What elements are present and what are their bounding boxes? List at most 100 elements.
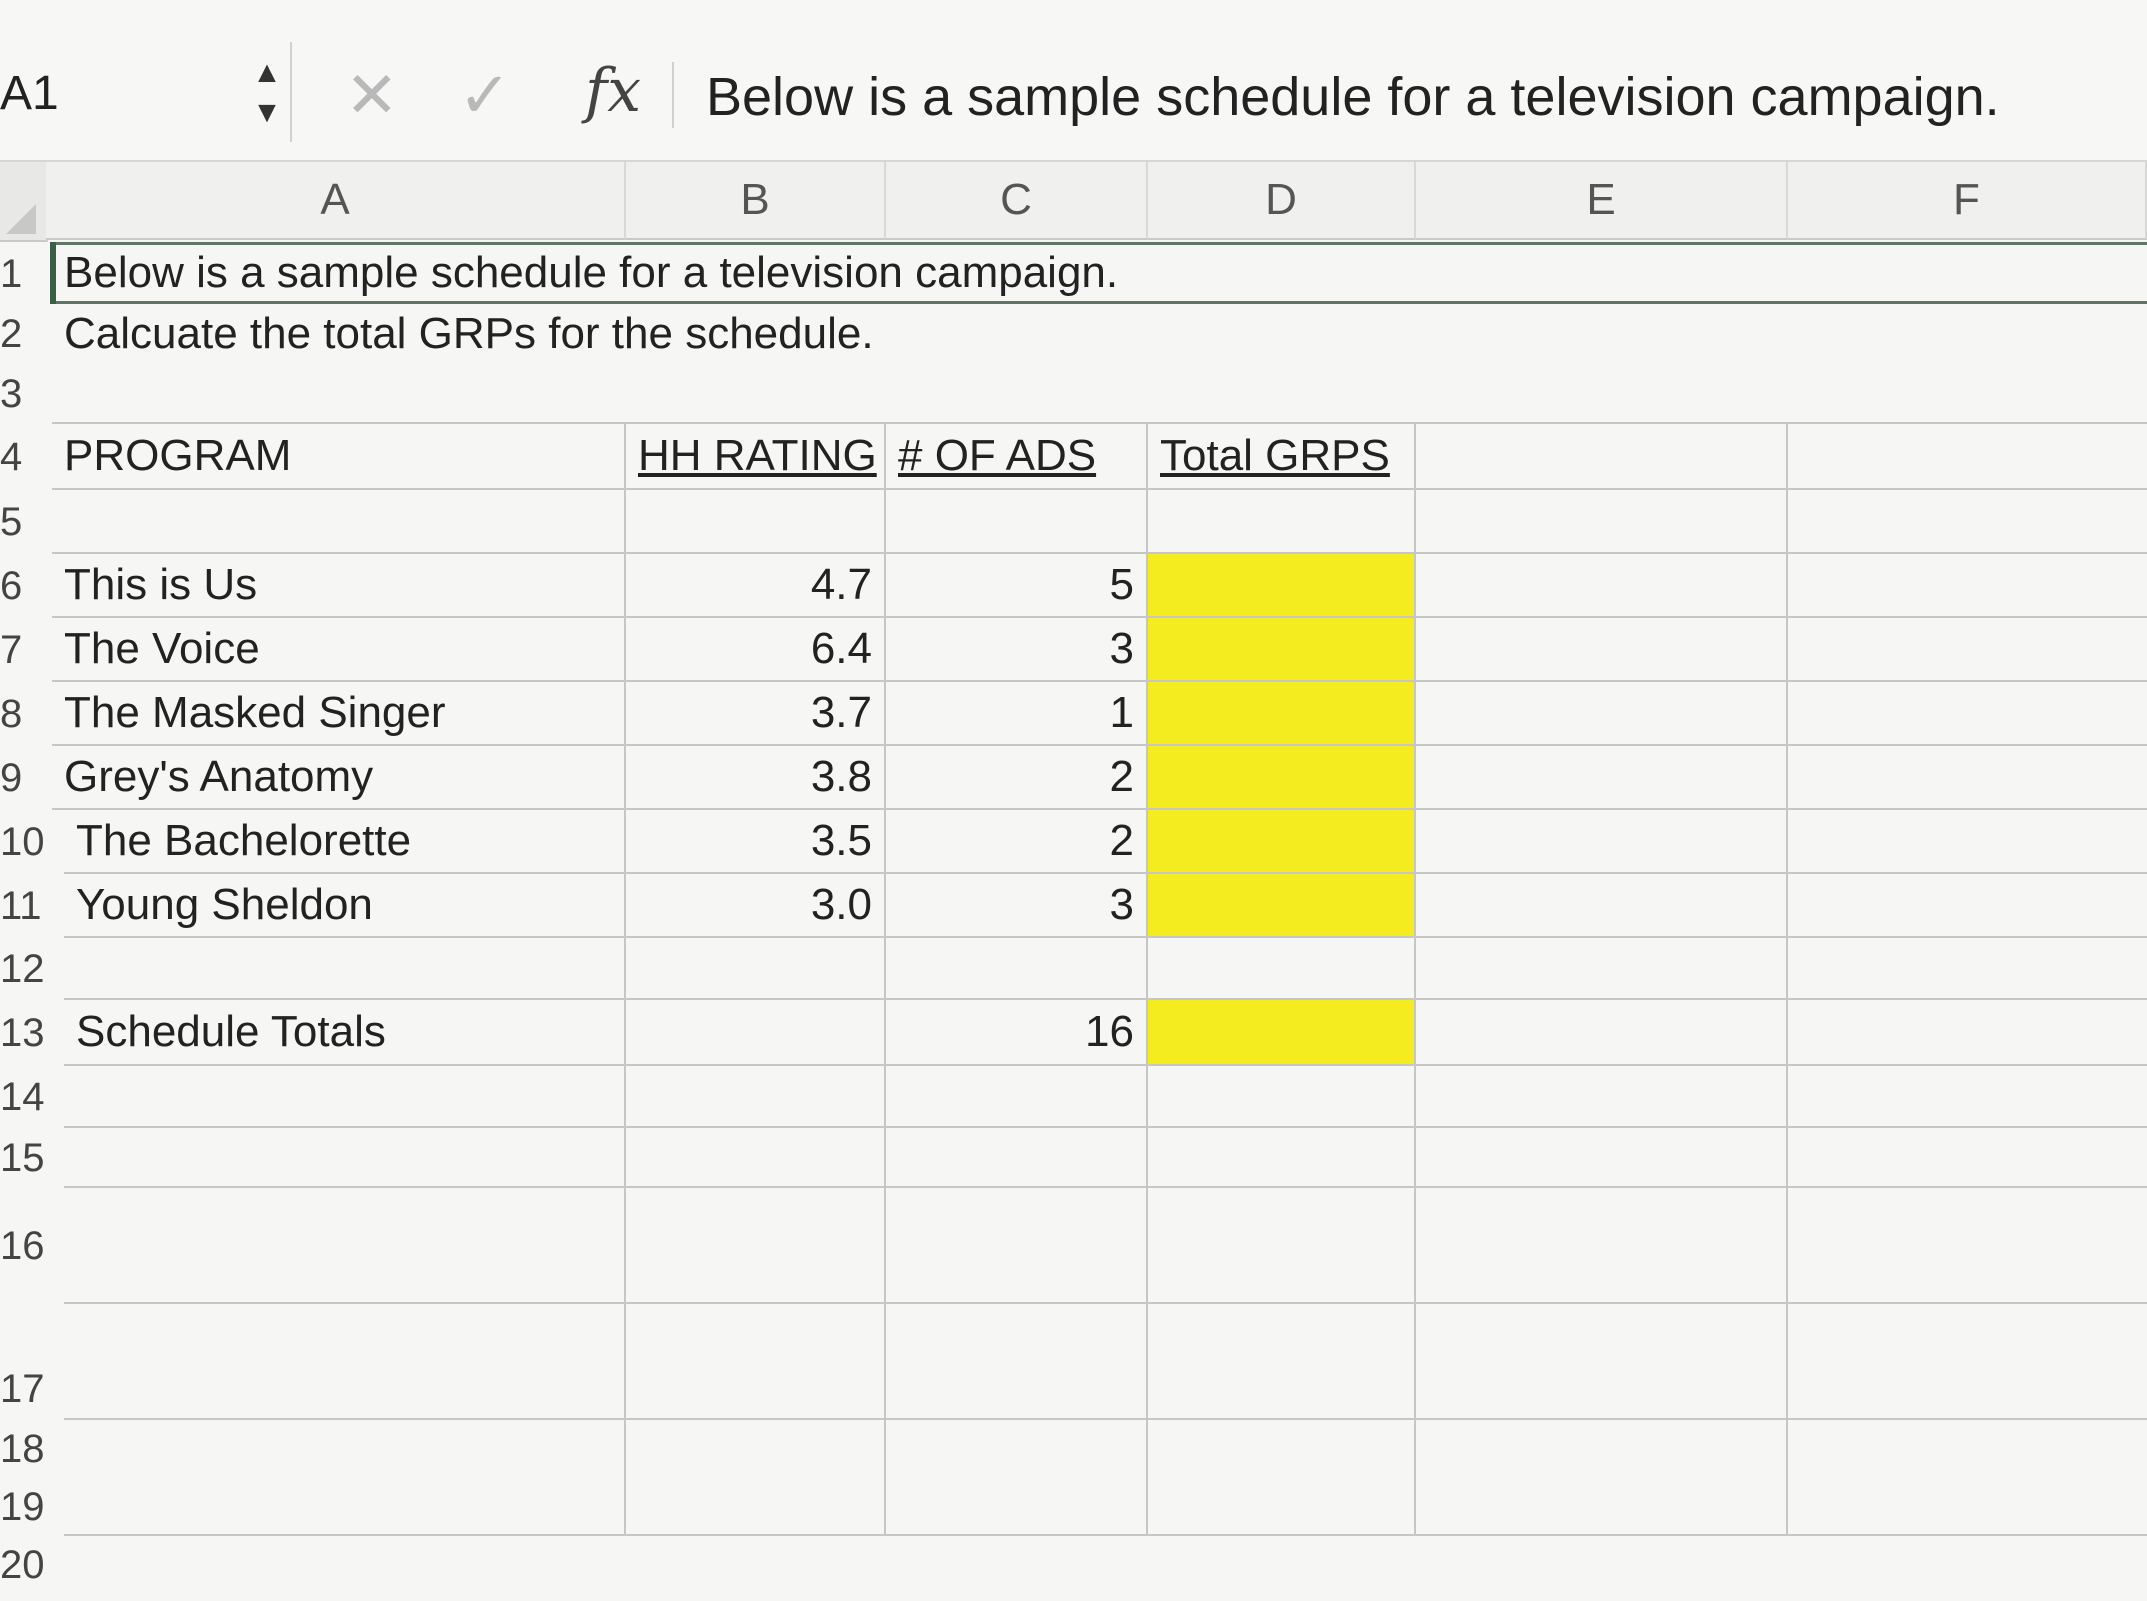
num-ads-value[interactable]: 3 bbox=[886, 874, 1148, 938]
cell-e18[interactable] bbox=[1416, 1420, 1788, 1478]
cell-e12[interactable] bbox=[1416, 938, 1788, 1000]
cell-c19[interactable] bbox=[886, 1478, 1148, 1536]
num-ads-value[interactable]: 2 bbox=[886, 746, 1148, 810]
spinner-up-icon[interactable]: ▲ bbox=[252, 58, 282, 88]
cell-a2[interactable]: Calcuate the total GRPs for the schedule… bbox=[52, 304, 2147, 364]
row-header-15[interactable]: 15 bbox=[0, 1128, 64, 1188]
name-box-spinner[interactable]: ▲ ▼ bbox=[250, 58, 284, 128]
cell-f14[interactable] bbox=[1788, 1066, 2147, 1128]
cell-d14[interactable] bbox=[1148, 1066, 1416, 1128]
cell-b5[interactable] bbox=[626, 490, 886, 554]
cell-b17[interactable] bbox=[626, 1304, 886, 1420]
cell-f11[interactable] bbox=[1788, 874, 2147, 938]
row-header-12[interactable]: 12 bbox=[0, 938, 64, 1000]
hh-rating-value[interactable]: 3.0 bbox=[626, 874, 886, 938]
cell-e5[interactable] bbox=[1416, 490, 1788, 554]
num-ads-value[interactable]: 2 bbox=[886, 810, 1148, 874]
cell-f16[interactable] bbox=[1788, 1188, 2147, 1304]
check-icon[interactable]: ✓ bbox=[458, 60, 512, 130]
cell-e9[interactable] bbox=[1416, 746, 1788, 810]
name-box[interactable]: A1 ▲ ▼ bbox=[0, 42, 292, 142]
program-name[interactable]: The Masked Singer bbox=[52, 682, 626, 746]
hh-rating-value[interactable]: 3.8 bbox=[626, 746, 886, 810]
cell-a14[interactable] bbox=[64, 1066, 626, 1128]
column-header-c[interactable]: C bbox=[886, 162, 1148, 240]
spinner-down-icon[interactable]: ▼ bbox=[252, 98, 282, 128]
cell-b13[interactable] bbox=[626, 1000, 886, 1066]
cell-d18[interactable] bbox=[1148, 1420, 1416, 1478]
total-grps-cell[interactable] bbox=[1148, 810, 1416, 874]
formula-input[interactable]: Below is a sample schedule for a televis… bbox=[706, 62, 2000, 132]
cell-b12[interactable] bbox=[626, 938, 886, 1000]
cell-b4[interactable]: HH RATING bbox=[626, 424, 886, 490]
cell-e13[interactable] bbox=[1416, 1000, 1788, 1066]
cell-e11[interactable] bbox=[1416, 874, 1788, 938]
column-header-a[interactable]: A bbox=[46, 162, 626, 240]
fx-icon[interactable]: fx bbox=[585, 56, 641, 126]
column-header-f[interactable]: F bbox=[1788, 162, 2147, 240]
num-ads-value[interactable]: 5 bbox=[886, 554, 1148, 618]
column-header-d[interactable]: D bbox=[1148, 162, 1416, 240]
cell-f6[interactable] bbox=[1788, 554, 2147, 618]
cell-d16[interactable] bbox=[1148, 1188, 1416, 1304]
cell-f12[interactable] bbox=[1788, 938, 2147, 1000]
cell-c12[interactable] bbox=[886, 938, 1148, 1000]
program-name[interactable]: Grey's Anatomy bbox=[52, 746, 626, 810]
total-grps-cell[interactable] bbox=[1148, 554, 1416, 618]
num-ads-value[interactable]: 3 bbox=[886, 618, 1148, 682]
row-header-13[interactable]: 13 bbox=[0, 1000, 64, 1066]
column-header-b[interactable]: B bbox=[626, 162, 886, 240]
cell-a16[interactable] bbox=[64, 1188, 626, 1304]
cell-f13[interactable] bbox=[1788, 1000, 2147, 1066]
cell-f8[interactable] bbox=[1788, 682, 2147, 746]
cell-d5[interactable] bbox=[1148, 490, 1416, 554]
cell-f7[interactable] bbox=[1788, 618, 2147, 682]
cell-f5[interactable] bbox=[1788, 490, 2147, 554]
cell-e19[interactable] bbox=[1416, 1478, 1788, 1536]
select-all-corner[interactable] bbox=[0, 162, 48, 242]
program-name[interactable]: This is Us bbox=[52, 554, 626, 618]
row-header-19[interactable]: 19 bbox=[0, 1478, 64, 1536]
cell-e7[interactable] bbox=[1416, 618, 1788, 682]
cell-b16[interactable] bbox=[626, 1188, 886, 1304]
hh-rating-value[interactable]: 4.7 bbox=[626, 554, 886, 618]
cell-d12[interactable] bbox=[1148, 938, 1416, 1000]
cell-c15[interactable] bbox=[886, 1128, 1148, 1188]
cell-e15[interactable] bbox=[1416, 1128, 1788, 1188]
total-grps-sum-cell[interactable] bbox=[1148, 1000, 1416, 1066]
cell-c5[interactable] bbox=[886, 490, 1148, 554]
row-header-10[interactable]: 10 bbox=[0, 810, 64, 874]
cell-b19[interactable] bbox=[626, 1478, 886, 1536]
cell-d15[interactable] bbox=[1148, 1128, 1416, 1188]
cell-a3[interactable] bbox=[52, 364, 2147, 424]
total-ads-value[interactable]: 16 bbox=[886, 1000, 1148, 1066]
close-icon[interactable]: ✕ bbox=[345, 60, 399, 130]
row-header-14[interactable]: 14 bbox=[0, 1066, 64, 1128]
cell-c4[interactable]: # OF ADS bbox=[886, 424, 1148, 490]
cell-a17[interactable] bbox=[64, 1304, 626, 1420]
cell-e10[interactable] bbox=[1416, 810, 1788, 874]
cell-c16[interactable] bbox=[886, 1188, 1148, 1304]
cell-d4[interactable]: Total GRPS bbox=[1148, 424, 1416, 490]
cell-a5[interactable] bbox=[52, 490, 626, 554]
column-header-e[interactable]: E bbox=[1416, 162, 1788, 240]
row-header-18[interactable]: 18 bbox=[0, 1420, 64, 1478]
cell-e4[interactable] bbox=[1416, 424, 1788, 490]
cell-a20[interactable] bbox=[64, 1536, 2147, 1594]
cell-a4[interactable]: PROGRAM bbox=[52, 424, 626, 490]
program-name[interactable]: Young Sheldon bbox=[64, 874, 626, 938]
cell-e8[interactable] bbox=[1416, 682, 1788, 746]
name-box-value[interactable]: A1 bbox=[0, 66, 59, 121]
total-grps-cell[interactable] bbox=[1148, 746, 1416, 810]
total-grps-cell[interactable] bbox=[1148, 874, 1416, 938]
row-header-11[interactable]: 11 bbox=[0, 874, 64, 938]
hh-rating-value[interactable]: 6.4 bbox=[626, 618, 886, 682]
cell-a12[interactable] bbox=[64, 938, 626, 1000]
program-name[interactable]: The Bachelorette bbox=[64, 810, 626, 874]
cell-b18[interactable] bbox=[626, 1420, 886, 1478]
cell-f15[interactable] bbox=[1788, 1128, 2147, 1188]
schedule-totals-label[interactable]: Schedule Totals bbox=[64, 1000, 626, 1066]
cell-d17[interactable] bbox=[1148, 1304, 1416, 1420]
cell-c18[interactable] bbox=[886, 1420, 1148, 1478]
cell-c14[interactable] bbox=[886, 1066, 1148, 1128]
